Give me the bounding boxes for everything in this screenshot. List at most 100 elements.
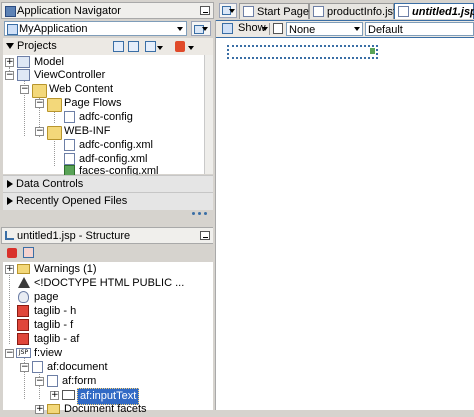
tree-item-label: taglib - f [34,319,74,331]
folder-icon [47,404,60,414]
tab-list-button[interactable] [219,3,237,18]
structure-toolbar [3,245,213,262]
skin-select[interactable]: Default [365,22,474,36]
more-icon[interactable] [192,212,210,217]
tab-label: untitled1.jsp [412,6,474,18]
document-icon [32,361,43,373]
new-item-icon[interactable] [175,41,185,52]
recently-opened-label: Recently Opened Files [16,195,128,207]
splitter[interactable] [213,20,216,410]
tab-productinfo[interactable]: productInfo.jsff [309,3,399,19]
taglib-icon [17,333,29,345]
project-icon [17,69,30,81]
tree-item-label: page [34,291,59,303]
xml-file-icon [64,153,75,165]
tree-guide [9,272,10,344]
navigator-icon [5,6,16,17]
expand-toggle[interactable]: + [50,391,59,400]
projects-header[interactable]: Projects [3,38,213,55]
application-menu-button[interactable] [191,21,211,36]
collapse-toggle[interactable]: − [5,71,14,80]
collapse-toggle[interactable]: − [35,99,44,108]
expand-toggle[interactable]: + [5,58,14,67]
tab-label: Start Page [257,6,309,18]
tree-item-label: adfc-config [79,111,133,123]
warning-icon [18,277,30,288]
collapse-toggle[interactable]: − [35,377,44,386]
tree-item-label: adfc-config.xml [79,139,153,151]
tab-label: productInfo.jsff [327,6,399,18]
collapse-icon [6,43,14,50]
structure-title-bar[interactable]: untitled1.jsp - Structure [1,227,214,244]
tree-item-label: <!DOCTYPE HTML PUBLIC ... [34,277,185,289]
structure-tree: + Warnings (1) <!DOCTYPE HTML PUBLIC ...… [3,262,213,415]
skin-select-value: Default [368,24,403,36]
input-text-component[interactable] [227,45,378,59]
folder-icon [47,126,62,140]
editor-toolbar: Show None Default [216,20,474,37]
design-canvas[interactable] [216,37,474,410]
application-navigator-panel: Application Navigator MyApplication Proj… [0,0,216,223]
collapse-toggle[interactable]: − [5,349,14,358]
project-icon [17,56,30,68]
collapse-toggle[interactable]: − [35,127,44,136]
chevron-down-icon[interactable] [188,46,194,50]
tree-item-label: ViewController [34,69,106,81]
tree-item-label: WEB-INF [64,125,111,137]
pin-icon[interactable] [7,248,17,258]
chevron-down-icon [229,9,235,13]
toolbar-separator [269,23,270,35]
project-tree-scrollbar[interactable] [204,55,213,174]
expand-toggle[interactable]: + [5,265,14,274]
data-controls-label: Data Controls [16,178,84,190]
jsp-icon: JSP [16,348,31,358]
collapse-toggle[interactable]: − [20,85,29,94]
form-icon [47,375,58,387]
minimize-button[interactable] [200,6,210,15]
folder-icon [47,98,62,112]
tab-start-page[interactable]: Start Page [239,3,309,19]
taglib-icon [17,305,29,317]
data-controls-header[interactable]: Data Controls [3,175,213,193]
navigator-title: Application Navigator [17,5,121,17]
show-icon [222,23,233,34]
editor-area: Start Page productInfo.jsff untitled1.js… [213,0,474,410]
folder-icon [32,84,47,98]
directive-icon [18,291,29,303]
application-selector-value: MyApplication [19,23,88,35]
collapse-toggle[interactable]: − [20,363,29,372]
folder-icon [17,264,30,274]
tree-guide [54,139,55,166]
chevron-down-icon[interactable] [262,27,268,31]
style-select[interactable]: None [286,22,363,36]
recently-opened-header[interactable]: Recently Opened Files [3,192,213,210]
structure-panel: untitled1.jsp - Structure + Warnings (1)… [0,225,216,415]
xml-file-icon [64,139,75,151]
tab-untitled1-active[interactable]: untitled1.jsp [394,3,474,19]
sync-icon[interactable] [128,41,139,52]
tree-item-label: Page Flows [64,97,122,109]
chevron-down-icon [202,27,208,31]
tree-item-label: af:document [47,361,108,373]
application-selector[interactable]: MyApplication [4,21,187,36]
editor-tab-strip: Start Page productInfo.jsff untitled1.js… [216,0,474,20]
structure-title: untitled1.jsp - Structure [17,230,131,242]
edit-marker-icon [370,48,375,54]
search-projects-icon[interactable] [113,41,124,52]
style-select-value: None [289,24,316,36]
chevron-down-icon [177,27,183,31]
task-flow-icon [64,111,75,123]
freeze-view-icon[interactable] [23,247,34,258]
filter-icon[interactable] [145,41,156,52]
structure-icon [5,231,14,240]
minimize-button[interactable] [200,231,210,240]
page-icon [313,6,324,17]
tree-item-label: af:form [62,375,97,387]
navigator-title-bar[interactable]: Application Navigator [1,2,214,19]
tree-item-label: Warnings (1) [34,263,97,275]
project-tree: + Model − ViewController − Web Content −… [3,55,204,177]
tree-item-label: taglib - af [34,333,80,345]
chevron-down-icon[interactable] [157,46,163,50]
input-text-icon [62,390,75,400]
taglib-icon [17,319,29,331]
